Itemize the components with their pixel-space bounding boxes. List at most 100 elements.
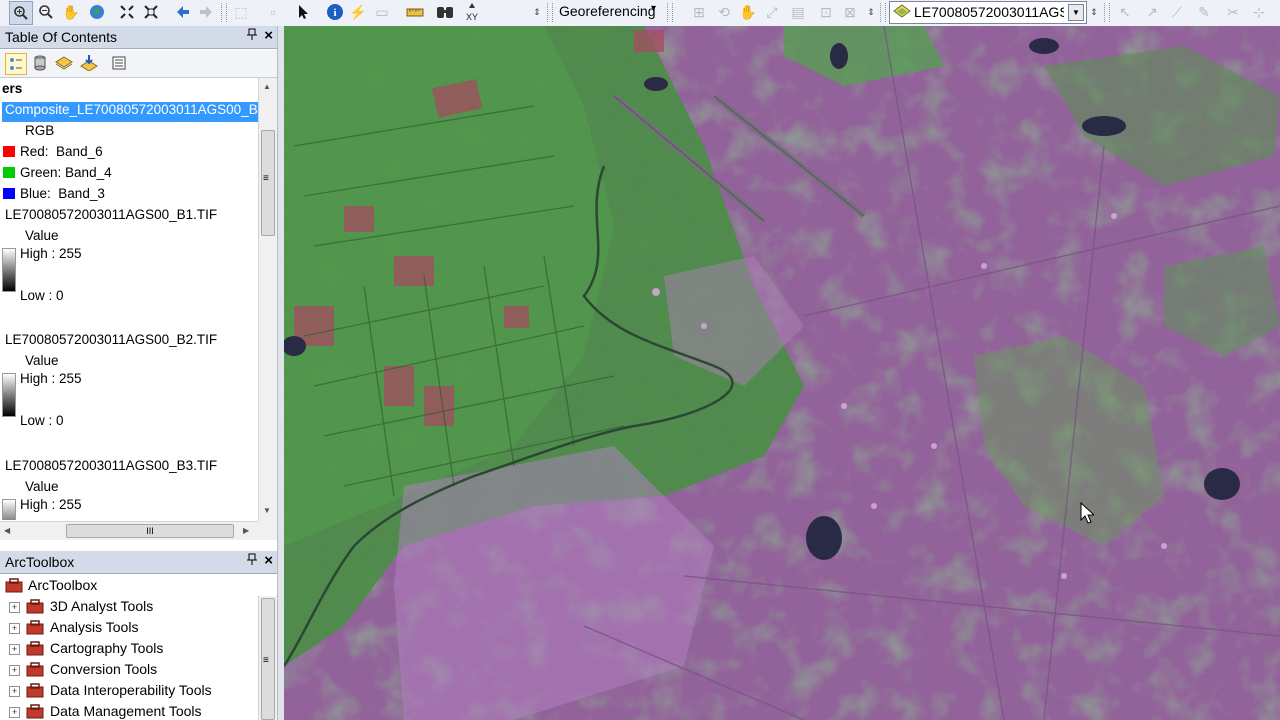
- toolbar-grip[interactable]: [221, 3, 227, 22]
- expand-plus-icon[interactable]: +: [9, 686, 20, 697]
- toolbox-item-label: Cartography Tools: [50, 640, 164, 656]
- toolbox-icon: [26, 682, 44, 698]
- vertex-icon[interactable]: ⟋: [1166, 1, 1188, 23]
- toc-title: Table Of Contents: [5, 29, 118, 45]
- back-arrow-icon[interactable]: [172, 1, 194, 23]
- toolbar-grip[interactable]: [667, 3, 673, 22]
- georeferencing-menu[interactable]: Georeferencing: [559, 3, 656, 19]
- list-by-selection-icon[interactable]: [79, 53, 99, 73]
- toolbox-item[interactable]: +3D Analyst Tools: [0, 597, 258, 618]
- chevron-down-icon[interactable]: ▼: [1068, 4, 1084, 21]
- layer-name[interactable]: LE70080572003011AGS00_B3.TIF: [5, 458, 217, 478]
- green-label: Green:: [20, 165, 62, 180]
- find-icon[interactable]: [434, 1, 456, 23]
- arctoolbox-vertical-scrollbar[interactable]: ≡: [258, 596, 277, 720]
- map-view[interactable]: [284, 26, 1280, 720]
- scale-icon[interactable]: ⤢: [761, 1, 783, 23]
- toolbox-item[interactable]: + Cartography Tools: [0, 639, 258, 660]
- expand-plus-icon[interactable]: +: [9, 707, 20, 718]
- link-table-icon[interactable]: ▤: [787, 1, 809, 23]
- pin-icon[interactable]: [247, 553, 257, 568]
- scroll-down-icon[interactable]: ▼: [263, 506, 271, 515]
- chevron-down-icon[interactable]: ▾: [651, 3, 656, 14]
- arctoolbox-root[interactable]: ArcToolbox: [0, 576, 258, 597]
- split-icon[interactable]: ✂: [1222, 1, 1244, 23]
- shift-icon[interactable]: ⊠: [839, 1, 861, 23]
- toolbar-overflow-icon[interactable]: ⇕: [1089, 1, 1099, 23]
- composite-layer-name[interactable]: Composite_LE70080572003011AGS00_B1.TIF: [2, 102, 258, 122]
- satellite-image: [284, 26, 1280, 720]
- scroll-right-icon[interactable]: ▶: [243, 526, 249, 535]
- pan-grab-icon[interactable]: ✋: [737, 1, 759, 23]
- low-value: Low : 0: [20, 413, 64, 428]
- toolbox-item-label: Analysis Tools: [50, 619, 139, 635]
- red-channel: Red: Band_6: [3, 144, 103, 164]
- fit-display-icon[interactable]: ⊡: [815, 1, 837, 23]
- grayscale-ramp: [2, 248, 16, 292]
- close-icon[interactable]: ×: [264, 552, 273, 569]
- expand-plus-icon[interactable]: +: [9, 602, 20, 613]
- scrollbar-thumb[interactable]: III: [66, 524, 234, 538]
- list-by-visibility-icon[interactable]: [54, 53, 74, 73]
- edit-pointer-icon[interactable]: ↖: [1114, 1, 1136, 23]
- toolbar-overflow-icon[interactable]: ⇕: [866, 1, 876, 23]
- layers-header[interactable]: ers: [2, 81, 22, 101]
- expand-plus-icon[interactable]: +: [9, 623, 20, 634]
- full-extent-globe-icon[interactable]: [86, 1, 108, 23]
- clear-selection-icon[interactable]: ▫: [262, 1, 284, 23]
- toc-vertical-scrollbar[interactable]: ▲ ≡ ▼: [258, 78, 277, 521]
- layer-dropdown[interactable]: LE70080572003011AGS00_E ▼: [889, 1, 1087, 24]
- layer-name[interactable]: LE70080572003011AGS00_B1.TIF: [5, 207, 217, 227]
- fixed-zoom-in-icon[interactable]: [116, 1, 138, 23]
- toolbar-overflow-icon[interactable]: ⇕: [532, 1, 542, 23]
- blue-swatch: [3, 188, 15, 199]
- forward-arrow-icon[interactable]: [195, 1, 217, 23]
- toolbox-item-label: 3D Analyst Tools: [50, 598, 154, 614]
- value-label: Value: [25, 353, 59, 368]
- arctoolbox-titlebar[interactable]: ArcToolbox ×: [0, 551, 277, 574]
- toc-horizontal-scrollbar[interactable]: ◀ III ▶: [0, 521, 258, 540]
- select-elements-icon[interactable]: [293, 1, 315, 23]
- options-icon[interactable]: [109, 53, 129, 73]
- go-to-xy-icon[interactable]: XY: [461, 1, 483, 23]
- fixed-zoom-out-icon[interactable]: [140, 1, 162, 23]
- toolbar-grip[interactable]: [547, 3, 553, 22]
- toolbar-grip[interactable]: [880, 3, 886, 22]
- scroll-up-icon[interactable]: ▲: [263, 82, 271, 91]
- toolbox-item[interactable]: + Data Interoperability Tools: [0, 681, 258, 702]
- toolbox-item[interactable]: + Analysis Tools: [0, 618, 258, 639]
- scrollbar-thumb[interactable]: ≡: [261, 598, 275, 720]
- layer-name[interactable]: LE70080572003011AGS00_B2.TIF: [5, 332, 217, 352]
- html-popup-icon[interactable]: ▭: [371, 1, 393, 23]
- expand-plus-icon[interactable]: +: [9, 644, 20, 655]
- toc-titlebar[interactable]: Table Of Contents ×: [0, 26, 277, 49]
- blue-channel: Blue: Band_3: [3, 186, 105, 206]
- mouse-cursor-icon: [1080, 501, 1096, 527]
- scrollbar-thumb[interactable]: ≡: [261, 130, 275, 236]
- measure-icon[interactable]: [404, 1, 426, 23]
- pan-hand-icon[interactable]: ✋: [60, 1, 82, 23]
- identify-icon[interactable]: i: [324, 1, 346, 23]
- grayscale-ramp: [2, 373, 16, 417]
- pin-icon[interactable]: [247, 28, 257, 43]
- green-swatch: [3, 167, 15, 178]
- close-icon[interactable]: ×: [264, 27, 273, 44]
- edit-sketch-icon[interactable]: ↗: [1141, 1, 1163, 23]
- rotate-icon[interactable]: ⟲: [713, 1, 735, 23]
- zoom-in-icon[interactable]: [9, 1, 33, 25]
- scroll-left-icon[interactable]: ◀: [4, 526, 10, 535]
- toolbox-item[interactable]: + Conversion Tools: [0, 660, 258, 681]
- list-by-source-icon[interactable]: [30, 53, 50, 73]
- select-features-icon[interactable]: ⬚: [230, 1, 252, 23]
- pencil-icon[interactable]: ✎: [1193, 1, 1215, 23]
- add-control-points-icon[interactable]: ⊞: [688, 1, 710, 23]
- zoom-out-icon[interactable]: [35, 1, 57, 23]
- expand-plus-icon[interactable]: +: [9, 665, 20, 676]
- list-by-drawing-order-icon[interactable]: [5, 53, 27, 75]
- toolbar-grip[interactable]: [1104, 3, 1110, 22]
- arctoolbox-tree: ArcToolbox +3D Analyst Tools + Analysis To…: [0, 575, 258, 720]
- high-value: High : 255: [20, 371, 82, 386]
- hyperlink-icon[interactable]: ⚡: [347, 1, 369, 23]
- toolbox-item[interactable]: + Data Management Tools: [0, 702, 258, 720]
- rotate-feature-icon[interactable]: ⊹: [1248, 1, 1270, 23]
